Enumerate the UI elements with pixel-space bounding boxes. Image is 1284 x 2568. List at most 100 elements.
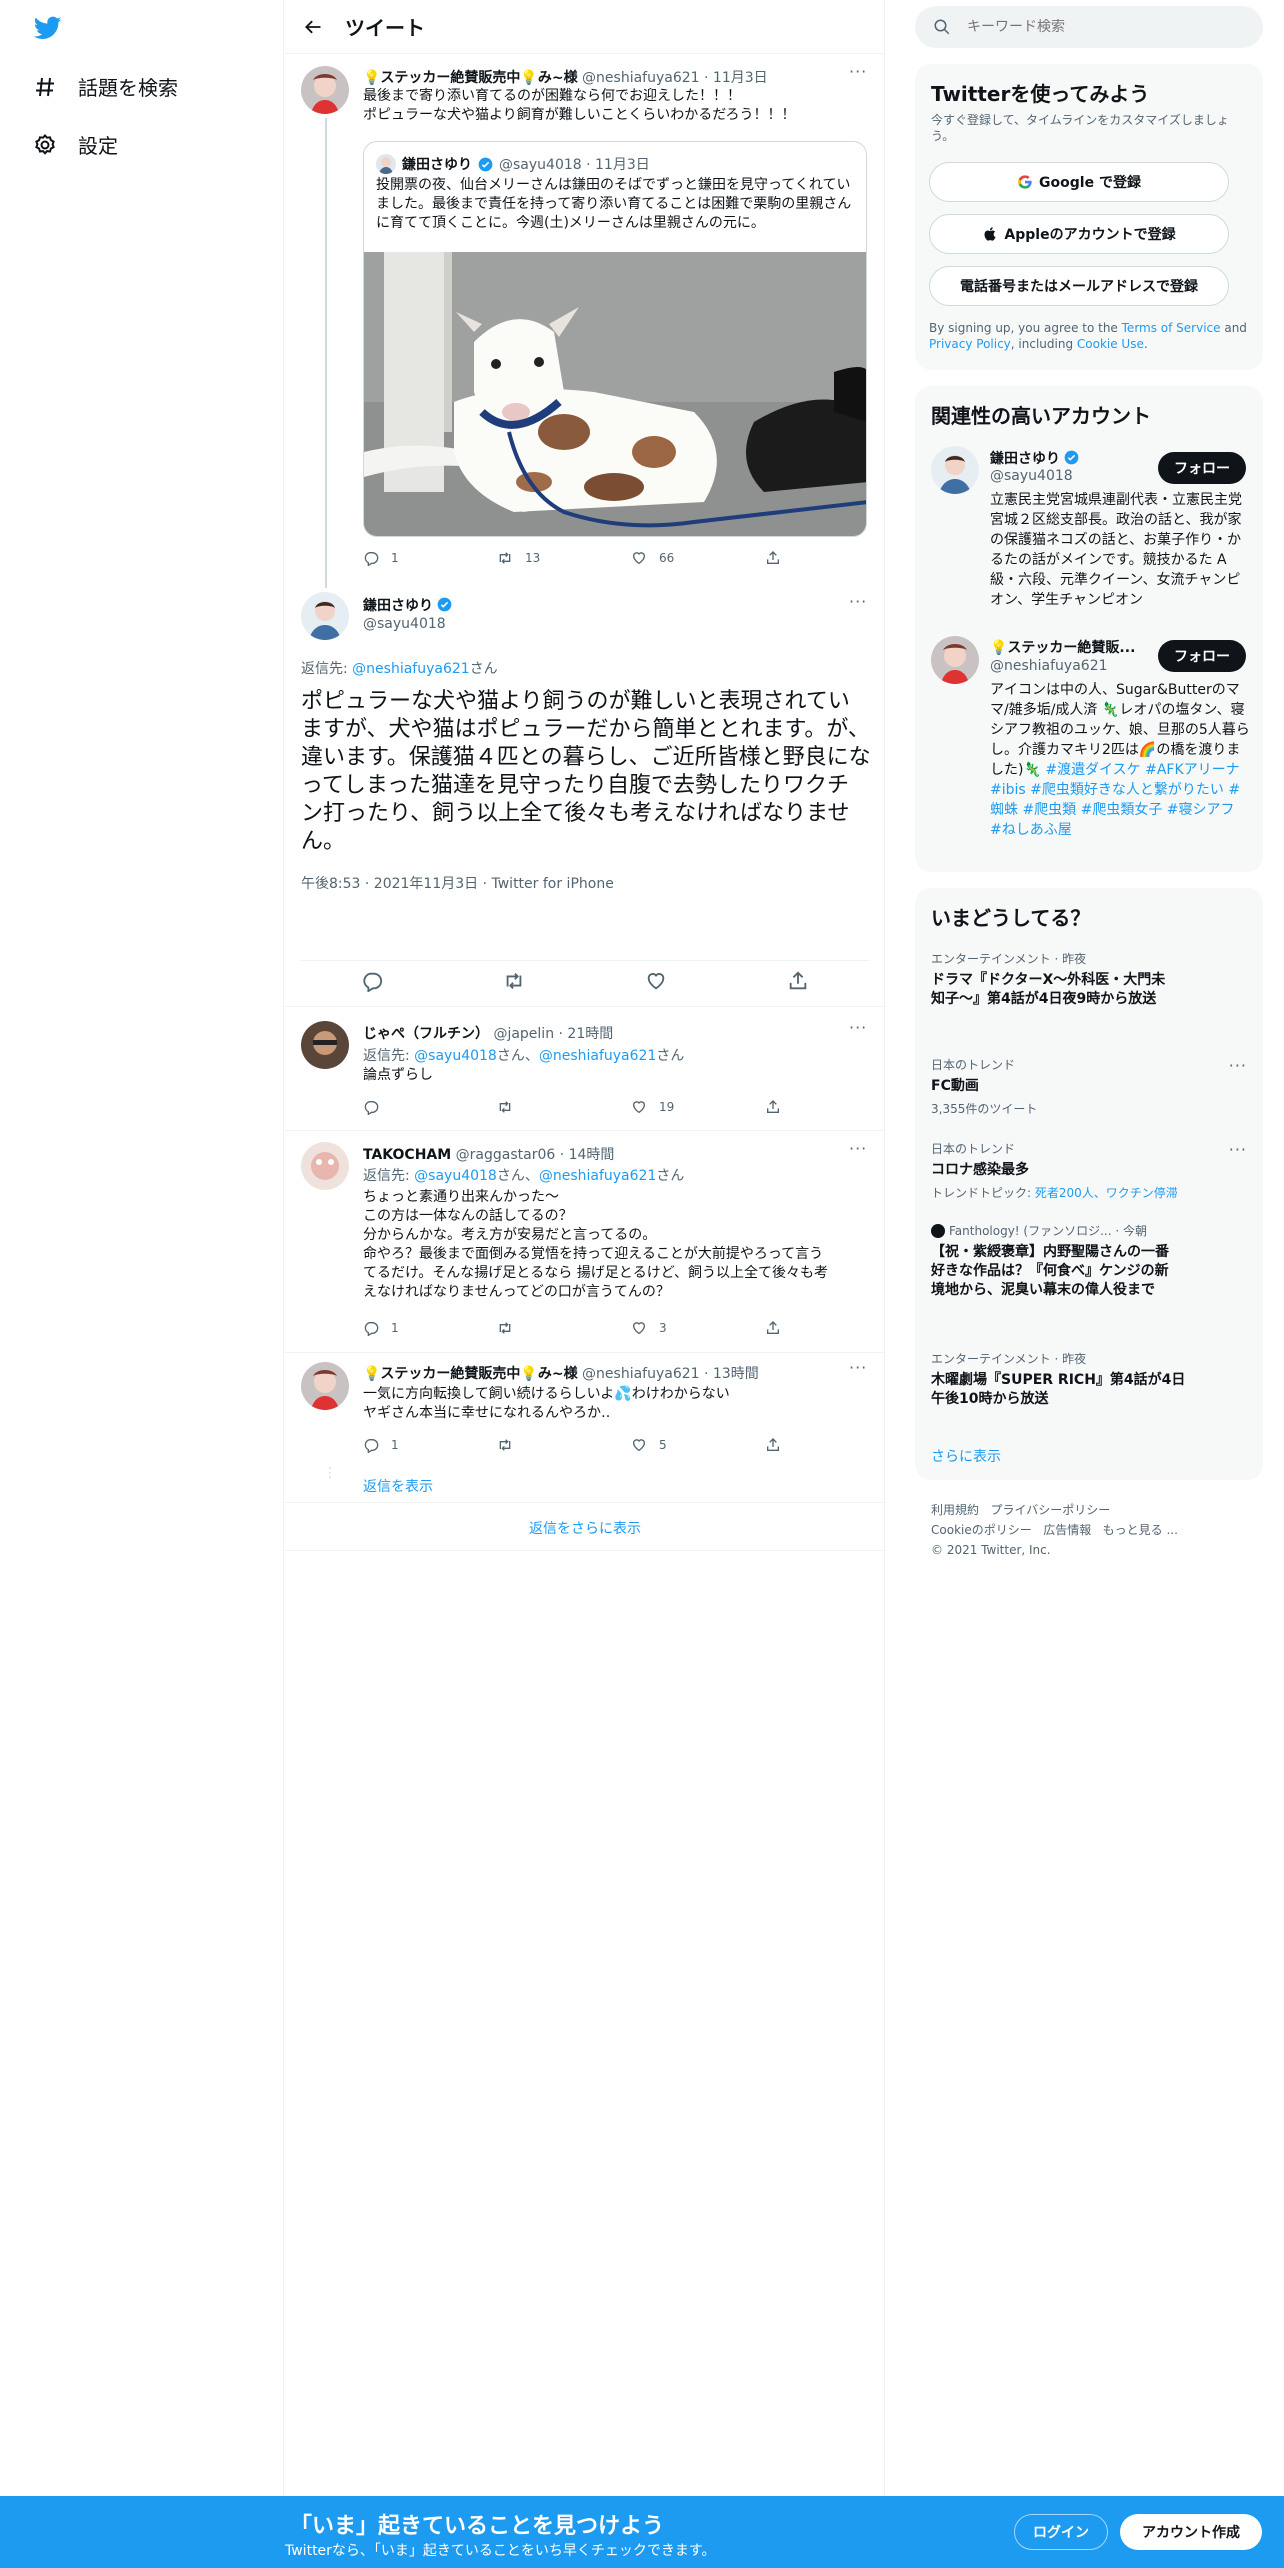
avatar[interactable] (301, 592, 349, 640)
footer-link[interactable]: 広告情報 (1043, 1523, 1091, 1537)
author-name[interactable]: 💡ステッカー絶賛販売中💡み~様 (363, 70, 578, 86)
like-button[interactable]: 3 (631, 1320, 765, 1336)
share-button[interactable] (765, 1099, 899, 1115)
footer-link[interactable]: プライバシーポリシー (990, 1503, 1110, 1517)
avatar[interactable] (931, 636, 979, 684)
reply-icon (364, 1101, 379, 1115)
trend-item[interactable]: エンターテインメント · 昨夜 木曜劇場『SUPER RICH』第4話が4日午後… (931, 1350, 1247, 1409)
footer-link[interactable]: 利用規約 (931, 1503, 979, 1517)
footer-link[interactable]: Cookieのポリシー (931, 1523, 1032, 1537)
banner-headline: 「いま」起きていることを見つけよう (290, 2514, 665, 2539)
author-name[interactable]: 💡ステッカー絶賛販売中💡み~様 (363, 1366, 578, 1382)
nav-explore-label: 話題を検索 (78, 76, 178, 100)
terms-link[interactable]: Terms of Service (1122, 321, 1221, 335)
mention-link[interactable]: @neshiafuya621 (539, 1048, 657, 1064)
more-options-icon[interactable]: ··· (849, 1018, 867, 1037)
avatar[interactable] (301, 66, 349, 114)
share-button[interactable] (765, 1437, 899, 1453)
quoted-author-handle: @sayu4018 · 11月3日 (499, 157, 650, 173)
quoted-tweet[interactable]: 鎌田さゆり @sayu4018 · 11月3日 投開票の夜、仙台メリーさんは鎌田… (363, 141, 867, 537)
reply-button[interactable]: 1 (363, 1320, 497, 1336)
cookie-link[interactable]: Cookie Use (1077, 337, 1144, 351)
trend-item[interactable]: エンターテインメント · 昨夜 ドラマ『ドクターX～外科医・大門未知子～』第4話… (931, 950, 1247, 1009)
divider (285, 1006, 885, 1007)
like-button[interactable]: 66 (631, 550, 765, 566)
show-more-trends-link[interactable]: さらに表示 (931, 1446, 1001, 1466)
show-more-replies-link[interactable]: 返信をさらに表示 (285, 1518, 885, 1538)
avatar[interactable] (301, 1021, 349, 1069)
reply-button[interactable] (363, 1099, 497, 1115)
retweet-button[interactable]: 13 (497, 550, 631, 566)
more-options-icon[interactable]: ··· (849, 592, 867, 611)
tweet-actions: 1 3 (363, 1320, 899, 1336)
back-button[interactable] (285, 0, 341, 54)
like-count: 3 (659, 1321, 667, 1335)
retweet-button[interactable] (497, 1099, 631, 1115)
like-button[interactable]: 5 (631, 1437, 765, 1453)
trend-item[interactable]: Fanthology! (ファンソロジ... · 今朝 【祝・紫綬褒章】内野聖陽… (931, 1222, 1247, 1300)
nav-settings[interactable]: 設定 (32, 130, 118, 159)
share-button[interactable] (765, 1320, 899, 1336)
like-count: 66 (659, 551, 675, 565)
trend-item[interactable]: 日本のトレンド FC動画 3,355件のツイート ··· (931, 1056, 1247, 1117)
follow-button[interactable]: フォロー (1158, 452, 1246, 484)
apple-signup-button[interactable]: Appleのアカウントで登録 (929, 214, 1229, 254)
footer-link[interactable]: もっと見る ... (1103, 1523, 1178, 1537)
create-account-button[interactable]: アカウント作成 (1120, 2514, 1262, 2550)
reply-context: 返信先: @sayu4018さん、@neshiafuya621さん (363, 1168, 685, 1184)
verified-badge-icon (478, 157, 493, 171)
more-options-icon[interactable]: ··· (1229, 1140, 1247, 1159)
account-bio: 立憲民主党宮城県連副代表・立憲民主党宮城２区総支部長。政治の話と、我が家の保護猫… (990, 492, 1242, 608)
google-signup-button[interactable]: Google で登録 (929, 162, 1229, 202)
reply-button[interactable]: 1 (363, 550, 497, 566)
privacy-link[interactable]: Privacy Policy (929, 337, 1011, 351)
account-name: 💡ステッカー絶賛販... (990, 640, 1136, 656)
show-replies-link[interactable]: 返信を表示 (363, 1476, 433, 1496)
tweet-text: 一気に方向転換して飼い続けるらしいよ💦わけわからない ヤギさん本当に幸せになれる… (363, 1386, 730, 1421)
goat-photo[interactable] (364, 252, 867, 537)
mention-link[interactable]: @sayu4018 (414, 1048, 497, 1064)
author-handle: @neshiafuya621 · 13時間 (582, 1366, 759, 1382)
share-icon[interactable] (787, 970, 809, 992)
mention-link[interactable]: @sayu4018 (414, 1168, 497, 1184)
heart-icon[interactable] (645, 970, 667, 992)
search-input[interactable] (967, 19, 1247, 35)
author-name[interactable]: 鎌田さゆり (363, 598, 433, 614)
retweet-button[interactable] (497, 1437, 631, 1453)
login-button[interactable]: ログイン (1014, 2514, 1108, 2550)
retweet-icon[interactable] (503, 970, 525, 992)
related-title: 関連性の高いアカウント (931, 404, 1151, 428)
mention-link[interactable]: @neshiafuya621 (539, 1168, 657, 1184)
like-button[interactable]: 19 (631, 1099, 765, 1115)
author-name[interactable]: TAKOCHAM (363, 1147, 451, 1163)
twitter-logo-icon[interactable] (32, 14, 64, 42)
avatar[interactable] (301, 1362, 349, 1410)
tweet-actions: 19 (363, 1099, 899, 1115)
quoted-author-name: 鎌田さゆり (402, 157, 472, 173)
divider (285, 1352, 885, 1353)
reply-icon[interactable] (361, 970, 383, 992)
author-name[interactable]: じゃぺ（フルチン） (363, 1026, 489, 1042)
phone-email-signup-button[interactable]: 電話番号またはメールアドレスで登録 (929, 266, 1229, 306)
follow-button[interactable]: フォロー (1158, 640, 1246, 672)
retweet-button[interactable] (497, 1320, 631, 1336)
more-options-icon[interactable]: ··· (849, 1358, 867, 1377)
more-options-icon[interactable]: ··· (1229, 1056, 1247, 1075)
share-icon (767, 1438, 779, 1451)
account-handle: @neshiafuya621 (990, 658, 1108, 674)
reply-icon (364, 552, 379, 566)
more-options-icon[interactable]: ··· (849, 62, 867, 81)
reply-count: 1 (391, 551, 399, 565)
more-options-icon[interactable]: ··· (849, 1139, 867, 1158)
search-box[interactable] (915, 6, 1263, 48)
mention-link[interactable]: @neshiafuya621 (352, 661, 470, 677)
retweet-count: 13 (525, 551, 541, 565)
share-button[interactable] (765, 550, 899, 566)
retweet-icon (499, 1439, 511, 1451)
trend-item[interactable]: 日本のトレンド コロナ感染最多 トレンドトピック: 死者200人、ワクチン停滞 … (931, 1140, 1247, 1201)
reply-button[interactable]: 1 (363, 1437, 497, 1453)
nav-explore[interactable]: 話題を検索 (32, 72, 178, 101)
avatar[interactable] (931, 446, 979, 494)
tweet-timestamp[interactable]: 午後8:53 · 2021年11月3日 · Twitter for iPhone (301, 873, 614, 893)
avatar[interactable] (301, 1142, 349, 1190)
